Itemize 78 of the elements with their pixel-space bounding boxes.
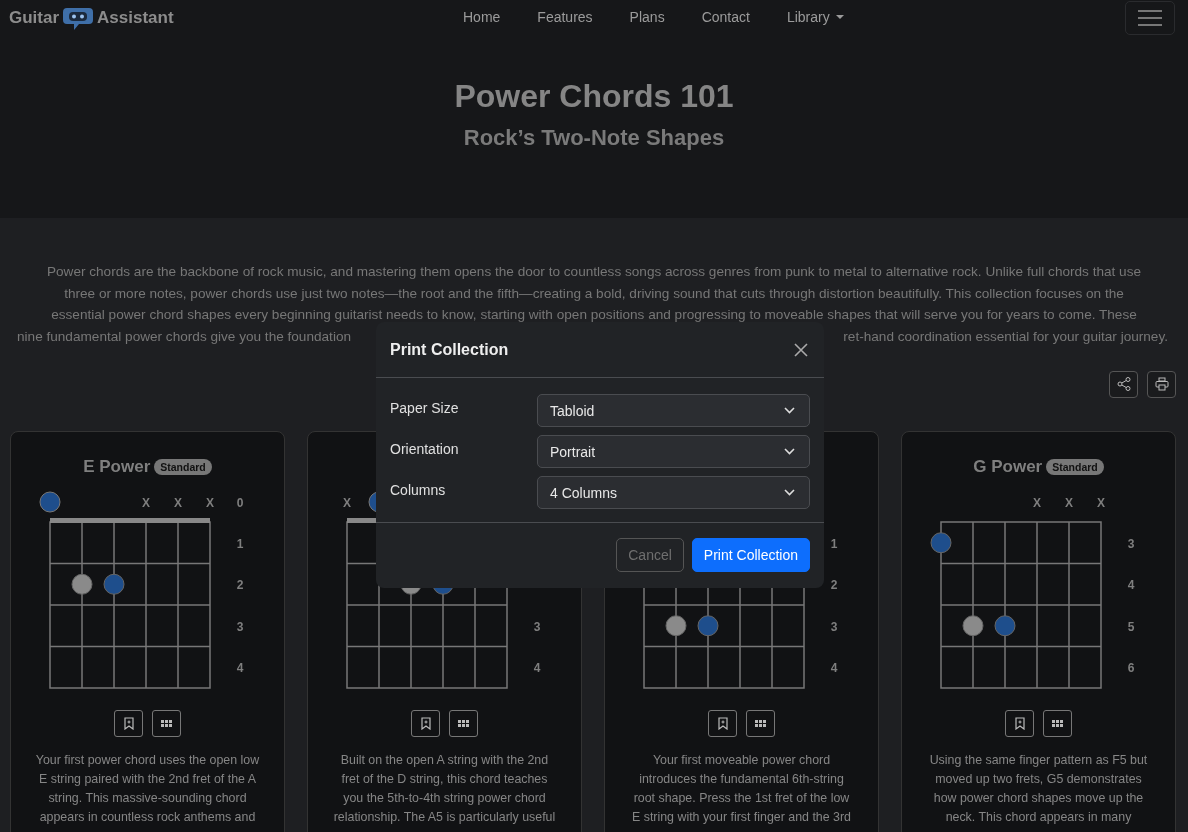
field-label: Columns (390, 482, 447, 498)
fret-number: 5 (1127, 619, 1134, 634)
grid-button[interactable] (746, 709, 775, 737)
grid-button[interactable] (449, 709, 478, 737)
fret-number: 4 (236, 661, 243, 676)
select-field[interactable]: 4 Columns (537, 476, 810, 509)
chord-description: Your first moveable power chord introduces the fundamental 6th-string root shape. Press the 1st fret of the low E string with your first finger and the 3rd (632, 751, 851, 827)
chord-description: Using the same finger pattern as F5 but moved up two frets, G5 demonstrates how power chord shapes move up the neck. This chord appears in many (929, 751, 1148, 827)
bookmark-button[interactable] (114, 709, 143, 737)
printer-icon (1154, 377, 1169, 392)
grid-icon (458, 719, 469, 727)
share-button[interactable] (1109, 370, 1138, 398)
bookmark-icon (123, 716, 134, 730)
grid-icon (161, 719, 172, 727)
chord-description: Your first power chord uses the open low E string paired with the 2nd fret of the A string. This massive-sounding chord appears in countless rock anthems and (35, 751, 260, 827)
bookmark-button[interactable] (1005, 709, 1034, 737)
mute-mark: X (173, 495, 182, 510)
dialog-title: Print Collection (390, 340, 509, 359)
fret-number: 4 (830, 661, 837, 676)
grid-icon (1052, 719, 1063, 727)
fret-number: 1 (830, 536, 837, 551)
brand-name[interactable]: Assistant (97, 8, 174, 28)
print-button[interactable]: Print Collection (691, 538, 810, 572)
nav-link[interactable]: Library (786, 9, 844, 25)
menu-icon (1138, 9, 1162, 27)
grid-button[interactable] (1043, 709, 1072, 737)
fret-number: 6 (1127, 661, 1134, 676)
bookmark-icon (717, 716, 728, 730)
mute-mark: X (1032, 495, 1041, 510)
intro-text: ret-hand coordination essential for your guitar journey. (843, 328, 1168, 347)
mute-mark: X (342, 495, 351, 510)
mute-mark: X (1096, 495, 1105, 510)
nav-link[interactable]: Features (537, 9, 593, 25)
tuning-badge: Standard (1046, 458, 1104, 475)
chord-name: E Power (83, 456, 151, 477)
bookmark-button[interactable] (411, 709, 440, 737)
fret-number: 3 (1127, 536, 1134, 551)
grid-button[interactable] (152, 709, 181, 737)
mute-mark: X (1064, 495, 1073, 510)
fret-number: 0 (236, 495, 243, 510)
nav-link[interactable]: Plans (629, 9, 665, 25)
fret-number: 3 (533, 619, 540, 634)
nav-link[interactable]: Home (463, 9, 501, 25)
bookmark-icon (420, 716, 431, 730)
select-field[interactable]: Portrait (537, 435, 810, 468)
chord-name: G Power (973, 456, 1043, 477)
fret-number: 1 (236, 536, 243, 551)
nav-link[interactable]: Contact (701, 9, 750, 25)
close-icon (794, 342, 808, 357)
fret-number: 3 (236, 619, 243, 634)
bookmark-icon (1014, 716, 1025, 730)
select-field[interactable]: Tabloid (537, 394, 810, 427)
fret-number: 4 (1127, 578, 1134, 593)
fret-number: 3 (830, 619, 837, 634)
page-subtitle: Rock’s Two-Note Shapes (463, 125, 725, 151)
print-button[interactable] (1147, 370, 1176, 398)
menu-button[interactable] (1125, 1, 1175, 35)
brand-name[interactable]: Guitar (9, 8, 60, 28)
field-label: Orientation (390, 441, 460, 457)
share-icon (1116, 377, 1131, 392)
page-title: Power Chords 101 (454, 78, 734, 115)
fret-number: 4 (533, 661, 540, 676)
chevron-icon (784, 448, 795, 455)
fret-number: 2 (830, 578, 837, 593)
robot-icon (63, 5, 94, 31)
fret-number: 2 (236, 578, 243, 593)
mute-mark: X (205, 495, 214, 510)
chevron-icon (784, 407, 795, 414)
bookmark-button[interactable] (708, 709, 737, 737)
mute-mark: X (141, 495, 150, 510)
close-button[interactable] (792, 340, 810, 359)
caret-icon (835, 15, 844, 19)
tuning-badge: Standard (154, 458, 212, 475)
intro-text: nine fundamental power chords give you the foundation (17, 328, 352, 347)
grid-icon (755, 719, 766, 727)
chord-description: Built on the open A string with the 2nd fret of the D string, this chord teaches you the 5th-to-4th string power chord relationship. The A5 is particularly useful (333, 751, 556, 827)
field-label: Paper Size (390, 400, 460, 416)
chevron-icon (784, 489, 795, 496)
